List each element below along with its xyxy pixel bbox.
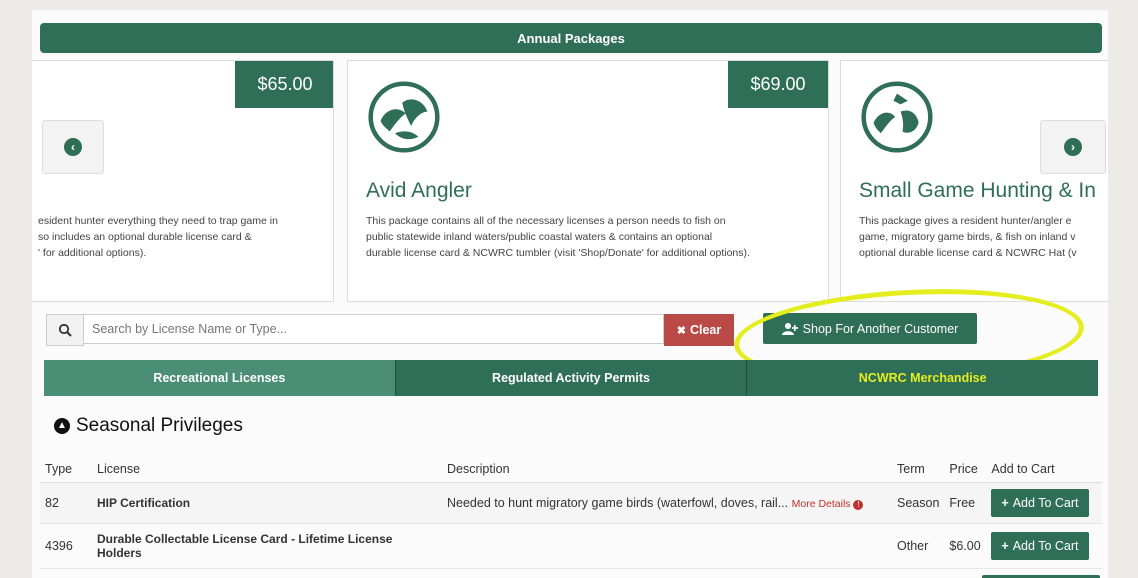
tab-ncwrc-merchandise[interactable]: NCWRC Merchandise [747, 360, 1099, 396]
banner-title: Annual Packages [517, 30, 625, 46]
package-price: $69.00 [728, 61, 828, 108]
info-icon: ! [853, 500, 864, 510]
carousel-next-button[interactable]: › [1040, 120, 1106, 174]
wildlife-logo-icon [861, 81, 933, 153]
license-term: Season [892, 482, 945, 524]
package-card-avid-angler[interactable]: $69.00 Avid Angler This package contains… [347, 60, 829, 302]
package-description: This package gives a resident hunter/ang… [859, 215, 1077, 259]
section-title[interactable]: ▲ Seasonal Privileges [54, 415, 243, 437]
tab-recreational-licenses[interactable]: Recreational Licenses [44, 360, 396, 396]
search-bar: ✖ Clear [46, 314, 734, 346]
licenses-table: Type License Description Term Price Add … [40, 456, 1102, 569]
license-name: HIP Certification [92, 482, 442, 524]
license-search-input[interactable] [84, 314, 664, 344]
fish-logo-icon [368, 81, 440, 153]
license-description [442, 523, 892, 569]
more-details-link[interactable]: More Details ! [792, 498, 864, 510]
clear-button-label: Clear [689, 323, 722, 337]
license-description: Needed to hunt migratory game birds (wat… [442, 482, 892, 524]
package-description: esident hunter everything they need to t… [38, 215, 278, 259]
table-header-row: Type License Description Term Price Add … [40, 456, 1102, 483]
column-header-add-to-cart: Add to Cart [986, 456, 1102, 483]
package-description: This package contains all of the necessa… [366, 215, 750, 259]
package-card[interactable]: $65.00 esident hunter everything they ne… [32, 60, 334, 302]
table-row: 4396 Durable Collectable License Card - … [40, 523, 1102, 569]
package-card-small-game[interactable]: Small Game Hunting & In This package giv… [840, 60, 1108, 302]
column-header-term: Term [892, 456, 945, 483]
license-category-tabs: Recreational Licenses Regulated Activity… [44, 360, 1099, 396]
clear-button[interactable]: ✖ Clear [664, 314, 734, 346]
package-price: $65.00 [235, 61, 333, 108]
column-header-type: Type [40, 456, 92, 483]
table-row: 82 HIP Certification Needed to hunt migr… [40, 482, 1102, 524]
chevron-left-icon: ‹ [64, 138, 82, 156]
tab-regulated-activity-permits[interactable]: Regulated Activity Permits [395, 360, 748, 396]
license-price: Free [944, 482, 987, 524]
plus-icon: + [1001, 496, 1009, 510]
add-to-cart-button[interactable]: + Add To Cart [991, 489, 1089, 517]
annual-packages-banner: Annual Packages [40, 23, 1102, 53]
license-term: Other [892, 523, 945, 569]
page: Annual Packages $65.00 esident hunter ev… [32, 10, 1108, 578]
license-name: Durable Collectable License Card - Lifet… [92, 523, 442, 569]
add-to-cart-button[interactable]: + Add To Cart [991, 532, 1089, 560]
column-header-description: Description [442, 456, 892, 483]
search-icon [46, 314, 84, 346]
column-header-license: License [92, 456, 442, 483]
package-title: Small Game Hunting & In [859, 179, 1096, 202]
plus-icon: + [1001, 539, 1009, 553]
package-title: Avid Angler [366, 179, 472, 202]
package-carousel: $65.00 esident hunter everything they ne… [32, 60, 1108, 305]
chevron-up-icon: ▲ [54, 418, 70, 434]
license-type: 4396 [40, 523, 92, 569]
chevron-right-icon: › [1064, 138, 1082, 156]
close-icon: ✖ [676, 324, 686, 337]
license-price: $6.00 [944, 523, 987, 569]
column-header-price: Price [944, 456, 987, 483]
carousel-prev-button[interactable]: ‹ [42, 120, 104, 174]
license-type: 82 [40, 482, 92, 524]
